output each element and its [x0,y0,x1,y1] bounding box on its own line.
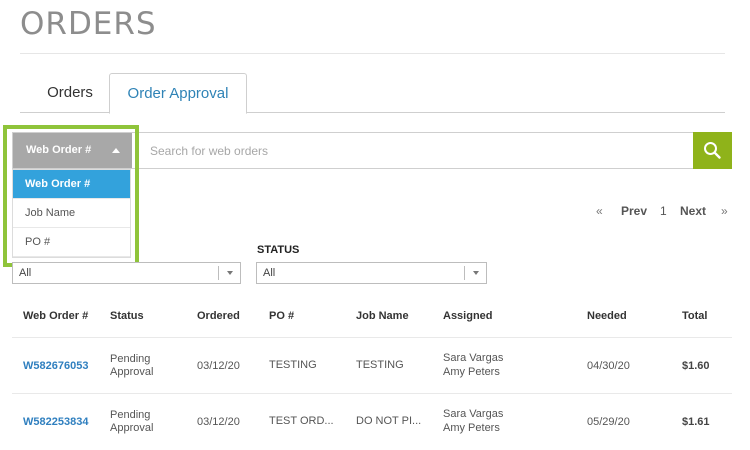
status-line1: Pending [110,353,151,365]
filter-select-first[interactable]: All [12,262,241,284]
status-filter-value: All [263,267,276,279]
prev-page-button[interactable]: Prev [621,204,647,218]
web-order-link[interactable]: W582676053 [23,360,88,373]
web-order-link[interactable]: W582253834 [23,416,88,429]
last-page-button[interactable]: » [721,204,728,218]
po-number: TESTING [269,359,317,371]
row-divider [12,337,732,338]
row-divider [12,393,732,394]
title-divider [20,53,725,54]
search-bar: Web Order # [12,132,732,169]
status-line2: Approval [110,366,154,378]
column-header-total[interactable]: Total [682,310,707,322]
assigned-line1: Sara Vargas [443,352,504,364]
column-header-needed[interactable]: Needed [587,310,627,322]
first-page-button[interactable]: « [596,204,603,218]
search-field-label: Web Order # [26,144,92,156]
order-total: $1.60 [682,360,710,372]
tab-bar: Orders Order Approval [20,73,725,114]
column-header-status[interactable]: Status [110,310,144,322]
ordered-date: 03/12/20 [197,360,240,372]
search-icon [704,142,721,159]
column-header-po[interactable]: PO # [269,310,294,322]
column-header-web-order[interactable]: Web Order # [23,310,88,322]
dropdown-option-web-order[interactable]: Web Order # [13,170,130,199]
pagination: « Prev 1 Next » [591,202,736,220]
page-number[interactable]: 1 [660,204,667,218]
status-line1: Pending [110,409,151,421]
search-button[interactable] [693,132,732,169]
job-name: DO NOT PI... [356,415,422,427]
column-header-job-name[interactable]: Job Name [356,310,409,322]
needed-date: 05/29/20 [587,416,630,428]
page-title: ORDERS [20,6,157,42]
assigned-line2: Amy Peters [443,422,500,434]
search-input[interactable] [141,133,691,168]
status-filter-select[interactable]: All [256,262,487,284]
search-field-select[interactable]: Web Order # [13,133,132,168]
filter-first-value: All [19,267,32,279]
next-page-button[interactable]: Next [680,204,706,218]
needed-date: 04/30/20 [587,360,630,372]
po-number: TEST ORD... [269,415,334,427]
chevron-down-icon [473,271,479,275]
tab-order-approval[interactable]: Order Approval [109,73,247,114]
assigned-line1: Sara Vargas [443,408,504,420]
search-field-dropdown: Web Order # Job Name PO # [12,169,131,258]
status-filter-label: STATUS [257,244,300,256]
status-line2: Approval [110,422,154,434]
dropdown-option-job-name[interactable]: Job Name [13,199,130,228]
chevron-down-icon [227,271,233,275]
column-header-assigned[interactable]: Assigned [443,310,493,322]
column-header-ordered[interactable]: Ordered [197,310,240,322]
assigned-line2: Amy Peters [443,366,500,378]
ordered-date: 03/12/20 [197,416,240,428]
caret-up-icon [112,148,120,153]
job-name: TESTING [356,359,404,371]
dropdown-option-po[interactable]: PO # [13,228,130,257]
tab-orders[interactable]: Orders [30,73,110,114]
order-total: $1.61 [682,416,710,428]
